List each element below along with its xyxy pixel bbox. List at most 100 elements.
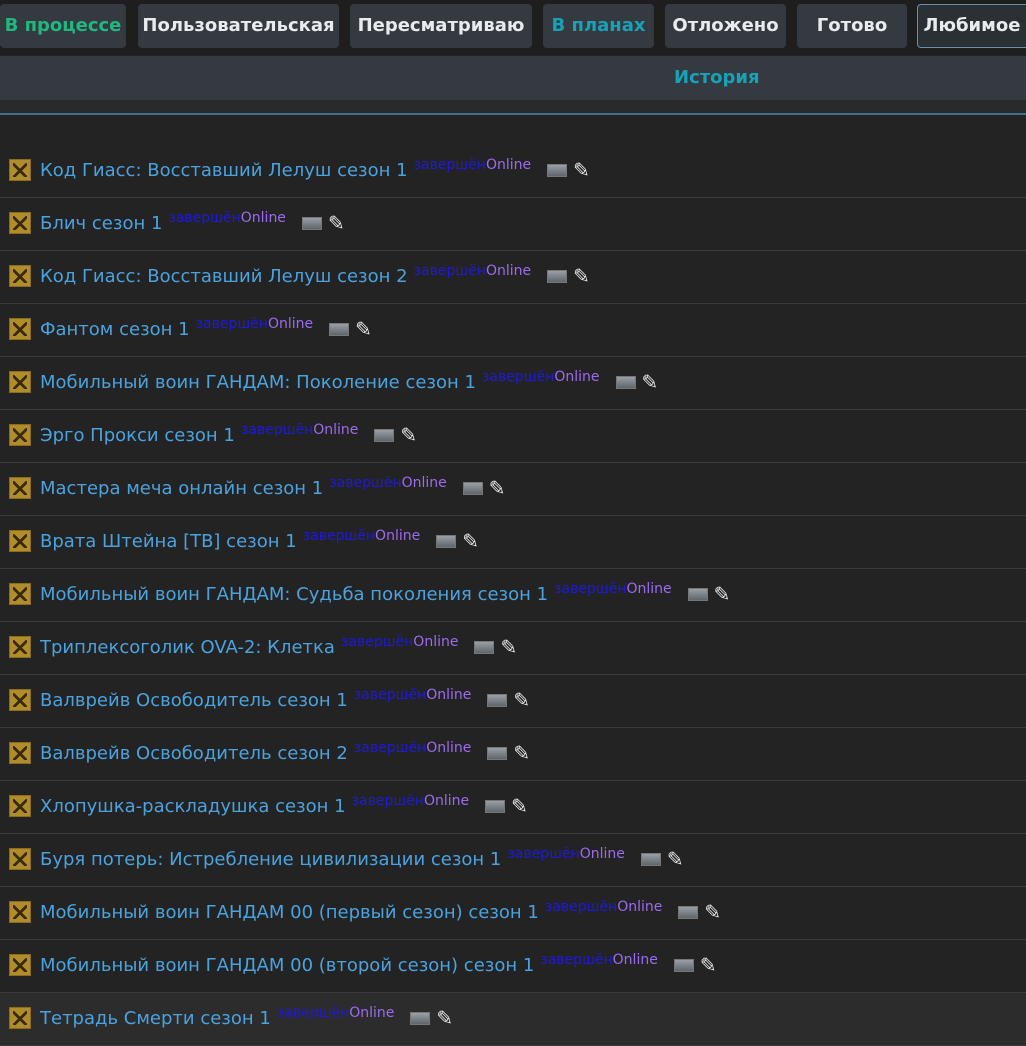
anime-thumbnail-icon[interactable] xyxy=(9,318,31,340)
online-link[interactable]: Online xyxy=(486,263,531,279)
image-icon[interactable] xyxy=(329,323,350,336)
online-link[interactable]: Online xyxy=(554,369,599,385)
image-icon[interactable] xyxy=(462,482,483,495)
online-link[interactable]: Online xyxy=(426,687,471,703)
image-icon[interactable] xyxy=(673,959,694,972)
image-icon[interactable] xyxy=(487,747,508,760)
pencil-icon[interactable]: ✎ xyxy=(328,211,345,235)
history-tab-bar: История xyxy=(0,56,1026,100)
pencil-icon[interactable]: ✎ xyxy=(355,317,372,341)
image-icon[interactable] xyxy=(436,535,457,548)
tab-in-progress[interactable]: В процессе xyxy=(0,4,126,48)
pencil-icon[interactable]: ✎ xyxy=(400,423,417,447)
anime-thumbnail-icon[interactable] xyxy=(9,583,31,605)
image-icon[interactable] xyxy=(474,641,495,654)
entry-title-link[interactable]: Мобильный воин ГАНДАМ 00 (первый сезон) … xyxy=(40,902,539,923)
online-link[interactable]: Online xyxy=(426,740,471,756)
pencil-icon[interactable]: ✎ xyxy=(513,688,530,712)
pencil-icon[interactable]: ✎ xyxy=(513,741,530,765)
anime-thumbnail-icon[interactable] xyxy=(9,265,31,287)
image-icon[interactable] xyxy=(547,164,568,177)
pencil-icon[interactable]: ✎ xyxy=(714,582,731,606)
entry-title-link[interactable]: Мобильный воин ГАНДАМ 00 (второй сезон) … xyxy=(40,955,534,976)
list-item: Код Гиасс: Восставший Лелуш сезон 2 завер… xyxy=(0,251,1026,304)
entry-title-link[interactable]: Валврейв Освободитель сезон 1 xyxy=(40,690,348,711)
tab-planned[interactable]: В планах xyxy=(543,4,654,48)
entry-content: Мобильный воин ГАНДАМ 00 (второй сезон) … xyxy=(40,940,717,992)
tab-history[interactable]: История xyxy=(674,56,760,100)
image-icon[interactable] xyxy=(485,800,506,813)
entry-title-link[interactable]: Фантом сезон 1 xyxy=(40,319,190,340)
anime-thumbnail-icon[interactable] xyxy=(9,477,31,499)
anime-thumbnail-icon[interactable] xyxy=(9,901,31,923)
entry-title-link[interactable]: Триплексоголик OVA-2: Клетка xyxy=(40,637,335,658)
online-link[interactable]: Online xyxy=(617,899,662,915)
anime-thumbnail-icon[interactable] xyxy=(9,371,31,393)
image-icon[interactable] xyxy=(678,906,699,919)
online-link[interactable]: Online xyxy=(241,210,286,226)
entry-content: Валврейв Освободитель сезон 1 завершёнOnl… xyxy=(40,675,530,727)
anime-thumbnail-icon[interactable] xyxy=(9,212,31,234)
online-link[interactable]: Online xyxy=(580,846,625,862)
pencil-icon[interactable]: ✎ xyxy=(700,953,717,977)
status-badge: завершён xyxy=(554,581,627,597)
entry-title-link[interactable]: Буря потерь: Истребление цивилизации сез… xyxy=(40,849,501,870)
entry-title-link[interactable]: Хлопушка-раскладушка сезон 1 xyxy=(40,796,346,817)
entry-title-link[interactable]: Блич сезон 1 xyxy=(40,213,162,234)
image-icon[interactable] xyxy=(547,270,568,283)
pencil-icon[interactable]: ✎ xyxy=(573,264,590,288)
status-badge: завершён xyxy=(540,952,613,968)
status-badge: завершён xyxy=(302,528,376,544)
pencil-icon[interactable]: ✎ xyxy=(511,794,528,818)
online-link[interactable]: Online xyxy=(375,528,420,544)
pencil-icon[interactable]: ✎ xyxy=(573,158,590,182)
online-link[interactable]: Online xyxy=(268,316,313,332)
entry-title-link[interactable]: Код Гиасс: Восставший Лелуш сезон 1 xyxy=(40,160,408,181)
anime-thumbnail-icon[interactable] xyxy=(9,954,31,976)
anime-thumbnail-icon[interactable] xyxy=(9,424,31,446)
online-link[interactable]: Online xyxy=(349,1005,394,1021)
image-icon[interactable] xyxy=(615,376,636,389)
entry-title-link[interactable]: Мастера меча онлайн сезон 1 xyxy=(40,478,323,499)
entry-title-link[interactable]: Врата Штейна [ТВ] сезон 1 xyxy=(40,531,297,552)
anime-thumbnail-icon[interactable] xyxy=(9,1007,31,1029)
image-icon[interactable] xyxy=(374,429,395,442)
tab-favorites[interactable]: Любимое xyxy=(917,4,1026,48)
anime-thumbnail-icon[interactable] xyxy=(9,689,31,711)
image-icon[interactable] xyxy=(410,1012,431,1025)
anime-thumbnail-icon[interactable] xyxy=(9,636,31,658)
anime-thumbnail-icon[interactable] xyxy=(9,159,31,181)
pencil-icon[interactable]: ✎ xyxy=(704,900,721,924)
online-link[interactable]: Online xyxy=(613,952,658,968)
pencil-icon[interactable]: ✎ xyxy=(436,1006,453,1030)
anime-thumbnail-icon[interactable] xyxy=(9,848,31,870)
tab-custom[interactable]: Пользовательская xyxy=(138,4,339,48)
pencil-icon[interactable]: ✎ xyxy=(642,370,659,394)
entry-title-link[interactable]: Код Гиасс: Восставший Лелуш сезон 2 xyxy=(40,266,408,287)
entry-title-link[interactable]: Валврейв Освободитель сезон 2 xyxy=(40,743,348,764)
online-link[interactable]: Online xyxy=(402,475,447,491)
tab-postponed[interactable]: Отложено xyxy=(665,4,786,48)
pencil-icon[interactable]: ✎ xyxy=(462,529,479,553)
anime-thumbnail-icon[interactable] xyxy=(9,795,31,817)
entry-title-link[interactable]: Мобильный воин ГАНДАМ: Судьба поколения … xyxy=(40,584,548,605)
pencil-icon[interactable]: ✎ xyxy=(667,847,684,871)
image-icon[interactable] xyxy=(687,588,708,601)
entry-title-link[interactable]: Мобильный воин ГАНДАМ: Поколение сезон 1 xyxy=(40,372,476,393)
online-link[interactable]: Online xyxy=(413,634,458,650)
online-link[interactable]: Online xyxy=(626,581,671,597)
online-link[interactable]: Online xyxy=(313,422,358,438)
online-link[interactable]: Online xyxy=(424,793,469,809)
image-icon[interactable] xyxy=(301,217,322,230)
pencil-icon[interactable]: ✎ xyxy=(500,635,517,659)
entry-title-link[interactable]: Тетрадь Смерти сезон 1 xyxy=(40,1008,271,1029)
pencil-icon[interactable]: ✎ xyxy=(489,476,506,500)
tab-done[interactable]: Готово xyxy=(797,4,907,48)
anime-thumbnail-icon[interactable] xyxy=(9,742,31,764)
anime-thumbnail-icon[interactable] xyxy=(9,530,31,552)
online-link[interactable]: Online xyxy=(486,157,531,173)
image-icon[interactable] xyxy=(487,694,508,707)
tab-rewatching[interactable]: Пересматриваю xyxy=(350,4,532,48)
entry-title-link[interactable]: Эрго Прокси сезон 1 xyxy=(40,425,235,446)
image-icon[interactable] xyxy=(640,853,661,866)
